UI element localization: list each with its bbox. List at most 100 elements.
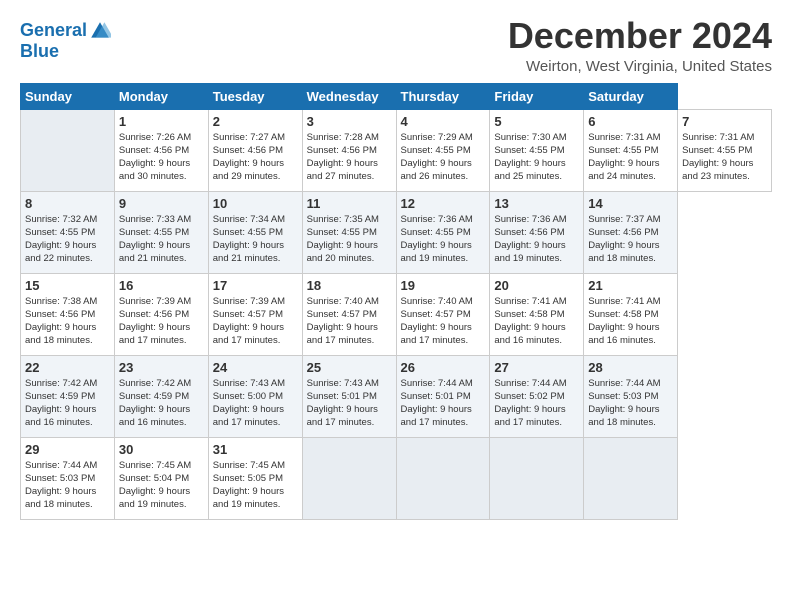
day-number: 5 (494, 114, 579, 129)
table-row: 22 Sunrise: 7:42 AM Sunset: 4:59 PM Dayl… (21, 355, 115, 437)
day-info: Sunrise: 7:44 AM Sunset: 5:03 PM Dayligh… (25, 459, 110, 512)
day-number: 30 (119, 442, 204, 457)
day-info: Sunrise: 7:27 AM Sunset: 4:56 PM Dayligh… (213, 131, 298, 184)
table-row: 20 Sunrise: 7:41 AM Sunset: 4:58 PM Dayl… (490, 273, 584, 355)
day-number: 17 (213, 278, 298, 293)
day-number: 18 (307, 278, 392, 293)
table-row: 19 Sunrise: 7:40 AM Sunset: 4:57 PM Dayl… (396, 273, 490, 355)
table-row: 14 Sunrise: 7:37 AM Sunset: 4:56 PM Dayl… (584, 191, 678, 273)
col-monday: Monday (114, 83, 208, 109)
col-tuesday: Tuesday (208, 83, 302, 109)
calendar-table: Sunday Monday Tuesday Wednesday Thursday… (20, 83, 772, 520)
table-row: 11 Sunrise: 7:35 AM Sunset: 4:55 PM Dayl… (302, 191, 396, 273)
table-row: 25 Sunrise: 7:43 AM Sunset: 5:01 PM Dayl… (302, 355, 396, 437)
col-sunday: Sunday (21, 83, 115, 109)
table-row (584, 437, 678, 519)
day-number: 1 (119, 114, 204, 129)
day-number: 6 (588, 114, 673, 129)
table-row: 8 Sunrise: 7:32 AM Sunset: 4:55 PM Dayli… (21, 191, 115, 273)
day-info: Sunrise: 7:29 AM Sunset: 4:55 PM Dayligh… (401, 131, 486, 184)
day-number: 2 (213, 114, 298, 129)
table-row: 3 Sunrise: 7:28 AM Sunset: 4:56 PM Dayli… (302, 109, 396, 191)
col-thursday: Thursday (396, 83, 490, 109)
day-info: Sunrise: 7:44 AM Sunset: 5:02 PM Dayligh… (494, 377, 579, 430)
table-row: 16 Sunrise: 7:39 AM Sunset: 4:56 PM Dayl… (114, 273, 208, 355)
day-number: 20 (494, 278, 579, 293)
table-row: 30 Sunrise: 7:45 AM Sunset: 5:04 PM Dayl… (114, 437, 208, 519)
table-row: 29 Sunrise: 7:44 AM Sunset: 5:03 PM Dayl… (21, 437, 115, 519)
day-number: 21 (588, 278, 673, 293)
col-wednesday: Wednesday (302, 83, 396, 109)
day-info: Sunrise: 7:30 AM Sunset: 4:55 PM Dayligh… (494, 131, 579, 184)
day-number: 31 (213, 442, 298, 457)
day-info: Sunrise: 7:45 AM Sunset: 5:05 PM Dayligh… (213, 459, 298, 512)
day-number: 14 (588, 196, 673, 211)
day-info: Sunrise: 7:38 AM Sunset: 4:56 PM Dayligh… (25, 295, 110, 348)
logo: General Blue (20, 20, 111, 62)
day-number: 12 (401, 196, 486, 211)
table-row: 21 Sunrise: 7:41 AM Sunset: 4:58 PM Dayl… (584, 273, 678, 355)
table-row: 12 Sunrise: 7:36 AM Sunset: 4:55 PM Dayl… (396, 191, 490, 273)
calendar-page: General Blue December 2024 Weirton, West… (0, 0, 792, 612)
day-info: Sunrise: 7:28 AM Sunset: 4:56 PM Dayligh… (307, 131, 392, 184)
day-number: 27 (494, 360, 579, 375)
day-info: Sunrise: 7:41 AM Sunset: 4:58 PM Dayligh… (494, 295, 579, 348)
table-row: 2 Sunrise: 7:27 AM Sunset: 4:56 PM Dayli… (208, 109, 302, 191)
day-info: Sunrise: 7:26 AM Sunset: 4:56 PM Dayligh… (119, 131, 204, 184)
day-number: 25 (307, 360, 392, 375)
day-number: 28 (588, 360, 673, 375)
table-row: 10 Sunrise: 7:34 AM Sunset: 4:55 PM Dayl… (208, 191, 302, 273)
day-number: 10 (213, 196, 298, 211)
day-number: 11 (307, 196, 392, 211)
day-number: 15 (25, 278, 110, 293)
table-row: 13 Sunrise: 7:36 AM Sunset: 4:56 PM Dayl… (490, 191, 584, 273)
day-number: 3 (307, 114, 392, 129)
month-title: December 2024 (508, 16, 772, 56)
table-row (490, 437, 584, 519)
table-row (302, 437, 396, 519)
day-info: Sunrise: 7:40 AM Sunset: 4:57 PM Dayligh… (307, 295, 392, 348)
header: General Blue December 2024 Weirton, West… (20, 16, 772, 75)
day-info: Sunrise: 7:39 AM Sunset: 4:56 PM Dayligh… (119, 295, 204, 348)
table-row: 1 Sunrise: 7:26 AM Sunset: 4:56 PM Dayli… (114, 109, 208, 191)
day-info: Sunrise: 7:41 AM Sunset: 4:58 PM Dayligh… (588, 295, 673, 348)
day-number: 13 (494, 196, 579, 211)
table-row: 6 Sunrise: 7:31 AM Sunset: 4:55 PM Dayli… (584, 109, 678, 191)
day-info: Sunrise: 7:33 AM Sunset: 4:55 PM Dayligh… (119, 213, 204, 266)
day-number: 9 (119, 196, 204, 211)
day-number: 4 (401, 114, 486, 129)
day-number: 26 (401, 360, 486, 375)
day-info: Sunrise: 7:31 AM Sunset: 4:55 PM Dayligh… (588, 131, 673, 184)
day-info: Sunrise: 7:43 AM Sunset: 5:00 PM Dayligh… (213, 377, 298, 430)
table-row: 7 Sunrise: 7:31 AM Sunset: 4:55 PM Dayli… (678, 109, 772, 191)
logo-text-line1: General (20, 21, 87, 41)
day-number: 16 (119, 278, 204, 293)
table-row: 15 Sunrise: 7:38 AM Sunset: 4:56 PM Dayl… (21, 273, 115, 355)
day-info: Sunrise: 7:42 AM Sunset: 4:59 PM Dayligh… (25, 377, 110, 430)
location-title: Weirton, West Virginia, United States (508, 58, 772, 75)
logo-text-line2: Blue (20, 42, 111, 62)
day-info: Sunrise: 7:43 AM Sunset: 5:01 PM Dayligh… (307, 377, 392, 430)
day-number: 22 (25, 360, 110, 375)
table-row (21, 109, 115, 191)
day-number: 19 (401, 278, 486, 293)
day-number: 8 (25, 196, 110, 211)
day-info: Sunrise: 7:34 AM Sunset: 4:55 PM Dayligh… (213, 213, 298, 266)
day-info: Sunrise: 7:42 AM Sunset: 4:59 PM Dayligh… (119, 377, 204, 430)
table-row: 4 Sunrise: 7:29 AM Sunset: 4:55 PM Dayli… (396, 109, 490, 191)
table-row: 28 Sunrise: 7:44 AM Sunset: 5:03 PM Dayl… (584, 355, 678, 437)
day-info: Sunrise: 7:37 AM Sunset: 4:56 PM Dayligh… (588, 213, 673, 266)
day-number: 29 (25, 442, 110, 457)
col-friday: Friday (490, 83, 584, 109)
day-info: Sunrise: 7:36 AM Sunset: 4:56 PM Dayligh… (494, 213, 579, 266)
day-info: Sunrise: 7:32 AM Sunset: 4:55 PM Dayligh… (25, 213, 110, 266)
table-row (396, 437, 490, 519)
table-row: 5 Sunrise: 7:30 AM Sunset: 4:55 PM Dayli… (490, 109, 584, 191)
day-info: Sunrise: 7:35 AM Sunset: 4:55 PM Dayligh… (307, 213, 392, 266)
day-info: Sunrise: 7:31 AM Sunset: 4:55 PM Dayligh… (682, 131, 767, 184)
table-row: 23 Sunrise: 7:42 AM Sunset: 4:59 PM Dayl… (114, 355, 208, 437)
table-row: 26 Sunrise: 7:44 AM Sunset: 5:01 PM Dayl… (396, 355, 490, 437)
day-info: Sunrise: 7:45 AM Sunset: 5:04 PM Dayligh… (119, 459, 204, 512)
table-row: 18 Sunrise: 7:40 AM Sunset: 4:57 PM Dayl… (302, 273, 396, 355)
table-row: 24 Sunrise: 7:43 AM Sunset: 5:00 PM Dayl… (208, 355, 302, 437)
